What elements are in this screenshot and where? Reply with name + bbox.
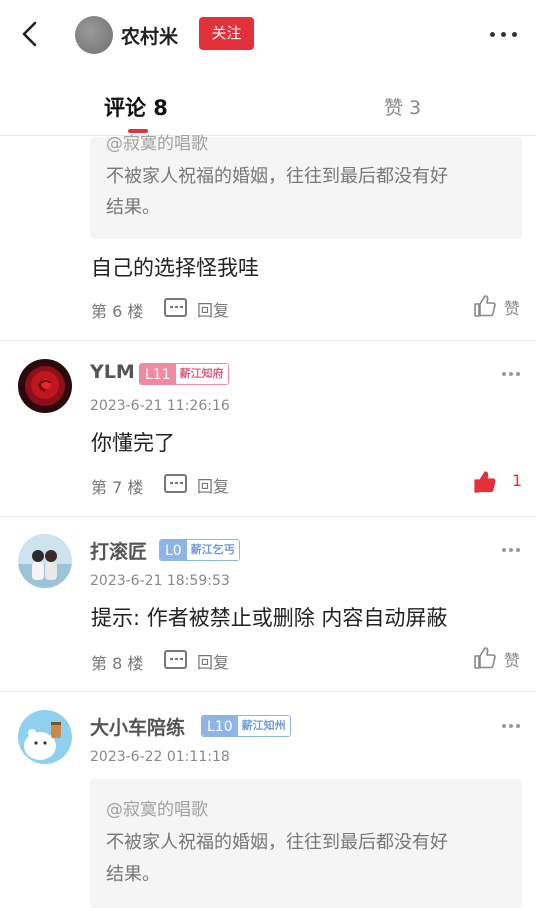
level-number: L11 [140,364,176,384]
couple-avatar-icon [18,534,72,588]
tab-comments[interactable]: 评论 8 [104,92,168,122]
divider [0,340,536,341]
quote-mention: @寂寞的唱歌 [106,800,208,820]
reply-icon [164,474,187,493]
follow-button[interactable]: 关注 [199,17,254,50]
quote-text-line1: 不被家人祝福的婚姻，往往到最后都没有好 [106,832,448,853]
level-number: L0 [160,540,187,560]
username[interactable]: 打滚匠 [90,537,147,564]
like-label: 赞 [504,299,521,318]
thumbs-up-icon [474,295,496,317]
quote-text-line1: 不被家人祝福的婚姻，往往到最后都没有好 [106,166,448,187]
reply-label: 回复 [197,301,230,320]
reply-label: 回复 [197,477,230,496]
reply-label: 回复 [197,653,230,672]
back-arrow-icon[interactable] [18,20,42,48]
more-options-icon[interactable] [502,721,520,731]
thumbs-up-icon [474,647,496,669]
author-avatar[interactable] [75,16,113,54]
level-number: L10 [202,716,238,736]
rose-avatar-icon [18,359,72,413]
quoted-comment[interactable]: @寂寞的唱歌 不被家人祝福的婚姻，往往到最后都没有好 结果。 [90,779,522,908]
like-count: 1 [512,471,523,490]
more-options-icon[interactable] [502,369,520,379]
username[interactable]: 大小车陪练 [90,713,185,740]
floor-number: 第 6 楼 [91,302,144,321]
level-badge: L11 薪江知府 [139,363,229,385]
bear-avatar-icon [18,710,72,764]
reply-icon [164,650,187,669]
tab-bar: 评论 8 赞 3 [0,70,536,136]
reply-icon [164,298,187,317]
tab-likes[interactable]: 赞 3 [384,93,421,120]
timestamp: 2023-6-21 11:26:16 [90,398,230,414]
top-bar: 农村米 关注 [0,0,536,70]
avatar[interactable] [18,710,72,764]
floor-number: 第 7 楼 [91,478,144,497]
comment-text: 自己的选择怪我哇 [91,256,259,280]
floor-number: 第 8 楼 [91,654,144,673]
more-options-icon[interactable] [502,545,520,555]
level-badge: L10 薪江知州 [201,715,291,737]
comment-text: 你懂完了 [91,431,175,455]
quote-mention: @寂寞的唱歌 [106,134,208,154]
quote-text-line2: 结果。 [106,864,160,885]
timestamp: 2023-6-21 18:59:53 [90,573,230,589]
level-title: 薪江知府 [175,364,228,384]
level-badge: L0 薪江乞丐 [159,539,240,561]
divider [0,691,536,692]
avatar[interactable] [18,534,72,588]
username[interactable]: YLM [90,361,135,383]
thumbs-up-filled-icon [474,471,496,493]
like-label: 赞 [504,651,521,670]
divider [0,516,536,517]
avatar[interactable] [18,359,72,413]
level-title: 薪江知州 [237,716,290,736]
comment-text: 提示: 作者被禁止或删除 内容自动屏蔽 [91,606,448,630]
more-options-icon[interactable] [488,24,520,44]
author-name[interactable]: 农村米 [121,22,178,49]
level-title: 薪江乞丐 [186,540,239,560]
timestamp: 2023-6-22 01:11:18 [90,749,230,765]
quote-text-line2: 结果。 [106,197,160,218]
quoted-comment[interactable]: @寂寞的唱歌 不被家人祝福的婚姻，往往到最后都没有好 结果。 [90,134,522,239]
